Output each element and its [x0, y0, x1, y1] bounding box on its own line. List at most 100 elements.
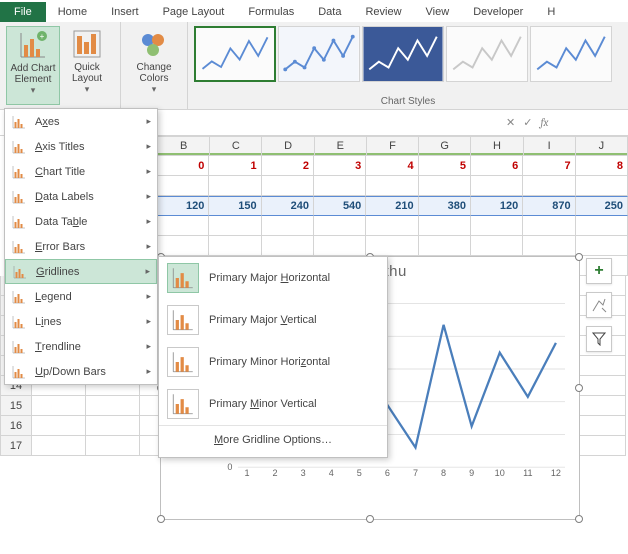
submenu-item-primary-minor-vertical[interactable]: Primary Minor Vertical — [159, 383, 387, 425]
cell[interactable]: 120 — [157, 196, 209, 216]
bars-icon — [9, 288, 29, 306]
menu-item-legend[interactable]: Legend▸ — [5, 284, 157, 309]
cell[interactable]: 150 — [209, 196, 261, 216]
chart-styles-button[interactable] — [586, 292, 612, 318]
bars-icon — [9, 213, 29, 231]
svg-text:12: 12 — [551, 468, 561, 478]
chart-style-3[interactable] — [362, 26, 444, 82]
svg-text:7: 7 — [413, 468, 418, 478]
col-head[interactable]: J — [576, 136, 628, 156]
cell[interactable] — [86, 416, 140, 436]
cell[interactable]: 8 — [576, 156, 628, 176]
cell[interactable] — [86, 396, 140, 416]
menu-item-gridlines[interactable]: Gridlines▸ — [5, 259, 157, 284]
cell[interactable] — [572, 436, 626, 456]
cell[interactable]: 3 — [314, 156, 366, 176]
cell[interactable]: 7 — [523, 156, 575, 176]
svg-text:+: + — [40, 32, 45, 41]
tab-home[interactable]: Home — [46, 2, 99, 22]
add-chart-element-menu[interactable]: Axes▸Axis Titles▸Chart Title▸Data Labels… — [4, 108, 158, 385]
col-head[interactable]: G — [419, 136, 471, 156]
col-head[interactable]: H — [471, 136, 523, 156]
tab-view[interactable]: View — [414, 2, 462, 22]
cell[interactable] — [572, 396, 626, 416]
cell[interactable]: 240 — [262, 196, 314, 216]
cell[interactable]: 380 — [419, 196, 471, 216]
col-head[interactable]: E — [315, 136, 367, 156]
submenu-item-primary-major-horizontal[interactable]: Primary Major Horizontal — [159, 257, 387, 299]
svg-text:3: 3 — [301, 468, 306, 478]
gridlines-thumb-icon — [167, 389, 199, 419]
svg-text:4: 4 — [329, 468, 334, 478]
chevron-down-icon: ▾ — [85, 86, 90, 92]
cell[interactable] — [572, 356, 626, 376]
col-head[interactable]: D — [262, 136, 314, 156]
enter-icon[interactable]: ✓ — [523, 116, 532, 129]
change-colors-label: ChangeColors — [136, 62, 171, 84]
cell[interactable]: 870 — [523, 196, 575, 216]
row-head[interactable]: 17 — [0, 436, 32, 456]
cell[interactable]: 4 — [366, 156, 418, 176]
chart-style-5[interactable] — [530, 26, 612, 82]
tab-page-layout[interactable]: Page Layout — [151, 2, 237, 22]
cell[interactable] — [572, 416, 626, 436]
svg-text:8: 8 — [441, 468, 446, 478]
col-head[interactable]: F — [367, 136, 419, 156]
tab-extra[interactable]: H — [535, 2, 567, 22]
col-head[interactable]: I — [524, 136, 576, 156]
cell[interactable]: 0 — [157, 156, 209, 176]
cell[interactable]: 250 — [576, 196, 628, 216]
quick-layout-button[interactable]: QuickLayout ▾ — [60, 26, 114, 105]
cell[interactable] — [32, 396, 86, 416]
submenu-item-primary-minor-horizontal[interactable]: Primary Minor Horizontal — [159, 341, 387, 383]
group-change-colors: ChangeColors ▾ — [121, 22, 188, 109]
menu-item-error-bars[interactable]: Error Bars▸ — [5, 234, 157, 259]
cell[interactable]: 540 — [314, 196, 366, 216]
chart-style-1[interactable] — [194, 26, 276, 82]
add-chart-element-label: Add ChartElement — [10, 63, 55, 85]
col-head[interactable]: B — [158, 136, 210, 156]
group-chart-styles: Chart Styles — [188, 22, 628, 109]
menu-item-axis-titles[interactable]: Axis Titles▸ — [5, 134, 157, 159]
quick-layout-label: QuickLayout — [72, 62, 102, 84]
tab-insert[interactable]: Insert — [99, 2, 151, 22]
tab-developer[interactable]: Developer — [461, 2, 535, 22]
cancel-icon[interactable]: ✕ — [506, 116, 515, 129]
row-head[interactable]: 15 — [0, 396, 32, 416]
cell[interactable]: 2 — [262, 156, 314, 176]
menu-item-axes[interactable]: Axes▸ — [5, 109, 157, 134]
cell[interactable]: 6 — [471, 156, 523, 176]
menu-item-lines[interactable]: Lines▸ — [5, 309, 157, 334]
col-head[interactable]: C — [210, 136, 262, 156]
menu-item-chart-title[interactable]: Chart Title▸ — [5, 159, 157, 184]
cell[interactable] — [32, 436, 86, 456]
cell[interactable]: 210 — [366, 196, 418, 216]
cell[interactable] — [32, 416, 86, 436]
tab-review[interactable]: Review — [353, 2, 413, 22]
menu-item-up-down-bars[interactable]: Up/Down Bars▸ — [5, 359, 157, 384]
change-colors-button[interactable]: ChangeColors ▾ — [127, 26, 181, 105]
fx-icon[interactable]: fx — [540, 116, 548, 129]
tab-formulas[interactable]: Formulas — [236, 2, 306, 22]
chevron-down-icon: ▾ — [152, 86, 157, 92]
tab-file[interactable]: File — [0, 2, 46, 22]
submenu-item-primary-major-vertical[interactable]: Primary Major Vertical — [159, 299, 387, 341]
chart-filters-button[interactable] — [586, 326, 612, 352]
menu-item-data-labels[interactable]: Data Labels▸ — [5, 184, 157, 209]
submenu-more-gridline-options[interactable]: More Gridline Options… — [159, 425, 387, 453]
chart-elements-button[interactable]: + — [586, 258, 612, 284]
chart-style-4[interactable] — [446, 26, 528, 82]
tab-data[interactable]: Data — [306, 2, 353, 22]
bars-icon — [9, 363, 29, 381]
chart-style-2[interactable] — [278, 26, 360, 82]
menu-item-trendline[interactable]: Trendline▸ — [5, 334, 157, 359]
cell[interactable] — [86, 436, 140, 456]
menu-item-data-table[interactable]: Data Table▸ — [5, 209, 157, 234]
cell[interactable]: 1 — [209, 156, 261, 176]
add-chart-element-button[interactable]: + Add ChartElement ▾ — [6, 26, 60, 105]
gridlines-submenu[interactable]: Primary Major HorizontalPrimary Major Ve… — [158, 256, 388, 458]
cell[interactable]: 120 — [471, 196, 523, 216]
bars-icon — [10, 263, 30, 281]
cell[interactable]: 5 — [419, 156, 471, 176]
row-head[interactable]: 16 — [0, 416, 32, 436]
